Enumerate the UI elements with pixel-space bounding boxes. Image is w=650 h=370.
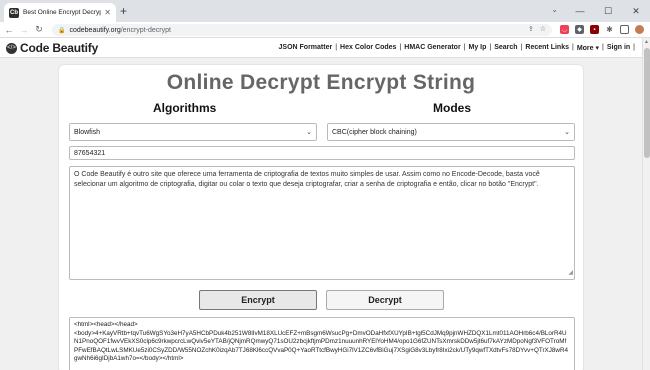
- modes-heading: Modes: [433, 101, 472, 115]
- close-window-icon[interactable]: ✕: [622, 0, 650, 22]
- back-icon[interactable]: ←: [3, 25, 15, 35]
- input-textarea[interactable]: O Code Beautify é outro site que oferece…: [69, 166, 575, 280]
- algorithm-select[interactable]: Blowfish ⌄: [69, 123, 317, 141]
- url-path: /encrypt-decrypt: [120, 26, 171, 34]
- window-controls: — ☐ ✕: [566, 0, 650, 22]
- extension-icon[interactable]: ▪: [590, 25, 599, 34]
- tab-search-icon[interactable]: ⌄: [551, 5, 558, 14]
- mode-selected-value: CBC(cipher block chaining): [332, 128, 417, 136]
- extensions-area: ◡ ◆ ▪ ✱ ⋮: [560, 25, 650, 34]
- top-nav: JSON Formatter | Hex Color Codes | HMAC Ge…: [278, 44, 635, 52]
- chevron-down-icon: ⌄: [564, 129, 570, 136]
- logo-text: Code Beautify: [20, 41, 99, 55]
- browser-toolbar: ← → ↻ 🔒 codebeautify.org/encrypt-decrypt…: [0, 22, 650, 38]
- star-icon[interactable]: ☆: [540, 25, 546, 33]
- mode-select[interactable]: CBC(cipher block chaining) ⌄: [327, 123, 575, 141]
- site-header: </> Code Beautify JSON Formatter | Hex Co…: [0, 38, 642, 58]
- nav-sign-in[interactable]: Sign in: [607, 44, 630, 52]
- new-tab-button[interactable]: +: [120, 4, 127, 18]
- scroll-up-icon[interactable]: ▲: [644, 39, 649, 45]
- input-text: O Code Beautify é outro site que oferece…: [74, 171, 540, 188]
- side-panel-icon[interactable]: [620, 25, 629, 34]
- nav-hex-color-codes[interactable]: Hex Color Codes: [340, 44, 396, 52]
- nav-more[interactable]: More ▾: [577, 44, 599, 52]
- minimize-icon[interactable]: —: [566, 0, 594, 22]
- nav-json-formatter[interactable]: JSON Formatter: [279, 44, 333, 52]
- tab-title: Best Online Encrypt Decrypt Tool: [23, 9, 102, 16]
- output-text: <html><head></head> <body>4+KayVRtb+tqvT…: [74, 321, 569, 363]
- output-textarea[interactable]: <html><head></head> <body>4+KayVRtb+tqvT…: [69, 317, 575, 370]
- encrypt-button[interactable]: Encrypt: [199, 290, 317, 310]
- lock-icon[interactable]: 🔒: [58, 27, 65, 34]
- url-domain: codebeautify.org: [69, 26, 121, 34]
- maximize-icon[interactable]: ☐: [594, 0, 622, 22]
- resize-handle-icon[interactable]: ◢: [568, 268, 573, 278]
- algorithms-heading: Algorithms: [153, 101, 217, 115]
- pocket-icon[interactable]: ◡: [560, 25, 569, 34]
- shield-icon[interactable]: ◆: [575, 25, 584, 34]
- page-viewport: </> Code Beautify JSON Formatter | Hex Co…: [0, 38, 650, 370]
- key-input[interactable]: 87654321: [69, 146, 575, 160]
- forward-icon[interactable]: →: [18, 25, 30, 35]
- close-tab-icon[interactable]: ✕: [104, 8, 111, 17]
- address-bar[interactable]: 🔒 codebeautify.org/encrypt-decrypt ⇪ ☆: [52, 24, 552, 36]
- site-logo[interactable]: </> Code Beautify: [6, 41, 98, 55]
- tool-card: Online Decrypt Encrypt String Algorithms…: [58, 64, 584, 370]
- page-scrollbar[interactable]: ▲: [642, 38, 650, 370]
- page-title: Online Decrypt Encrypt String: [166, 71, 476, 94]
- nav-my-ip[interactable]: My Ip: [469, 44, 487, 52]
- browser-tabstrip: Cb Best Online Encrypt Decrypt Tool ✕ + …: [0, 0, 650, 22]
- browser-tab[interactable]: Cb Best Online Encrypt Decrypt Tool ✕: [4, 3, 116, 22]
- nav-search[interactable]: Search: [494, 44, 517, 52]
- scroll-thumb[interactable]: [644, 48, 650, 158]
- avatar[interactable]: [635, 25, 644, 34]
- code-beautify-logo-icon: </>: [6, 42, 17, 54]
- chevron-down-icon: ⌄: [306, 129, 312, 136]
- puzzle-icon[interactable]: ✱: [605, 25, 614, 34]
- reload-icon[interactable]: ↻: [33, 24, 45, 35]
- favicon-icon: Cb: [9, 7, 19, 18]
- nav-recent-links[interactable]: Recent Links: [525, 44, 569, 52]
- share-icon[interactable]: ⇪: [528, 25, 534, 33]
- algorithm-selected-value: Blowfish: [74, 128, 101, 136]
- nav-hmac-generator[interactable]: HMAC Generator: [404, 44, 460, 52]
- decrypt-button[interactable]: Decrypt: [326, 290, 444, 310]
